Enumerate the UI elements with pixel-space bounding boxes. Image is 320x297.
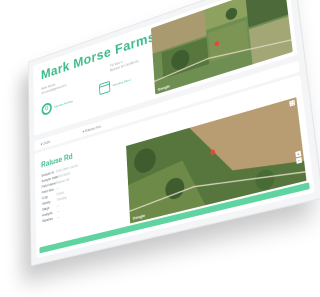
dashboard-page: Mark Morse Farms Mark Morse mmorse@gmail…: [27, 0, 320, 267]
field-value: —: [56, 203, 60, 208]
field-value: —: [56, 186, 60, 191]
year-select[interactable]: ▾ 2020: [41, 139, 51, 146]
samples-pending-label: Samples Pending: [54, 98, 73, 109]
sampling-date-stat[interactable]: Sampling Date 1: [98, 74, 132, 96]
farm-map[interactable]: ⛶ Google: [150, 0, 293, 95]
satellite-image: [150, 0, 293, 95]
field-value: —: [56, 209, 60, 214]
farm-name: Mark Morse Farms: [40, 28, 157, 83]
calendar-icon: [98, 80, 111, 96]
field-value: Timothy: [56, 195, 67, 203]
field-select[interactable]: ▾ Raluse Rd: [82, 124, 100, 134]
samples-pending-stat[interactable]: 0 Samples Pending: [41, 95, 73, 117]
screenshot-stage: Mark Morse Farms Mark Morse mmorse@gmail…: [0, 0, 320, 297]
sampling-date-label: Sampling Date 1: [112, 77, 132, 88]
field-value: —: [56, 214, 60, 220]
ring-icon: 0: [41, 101, 52, 117]
